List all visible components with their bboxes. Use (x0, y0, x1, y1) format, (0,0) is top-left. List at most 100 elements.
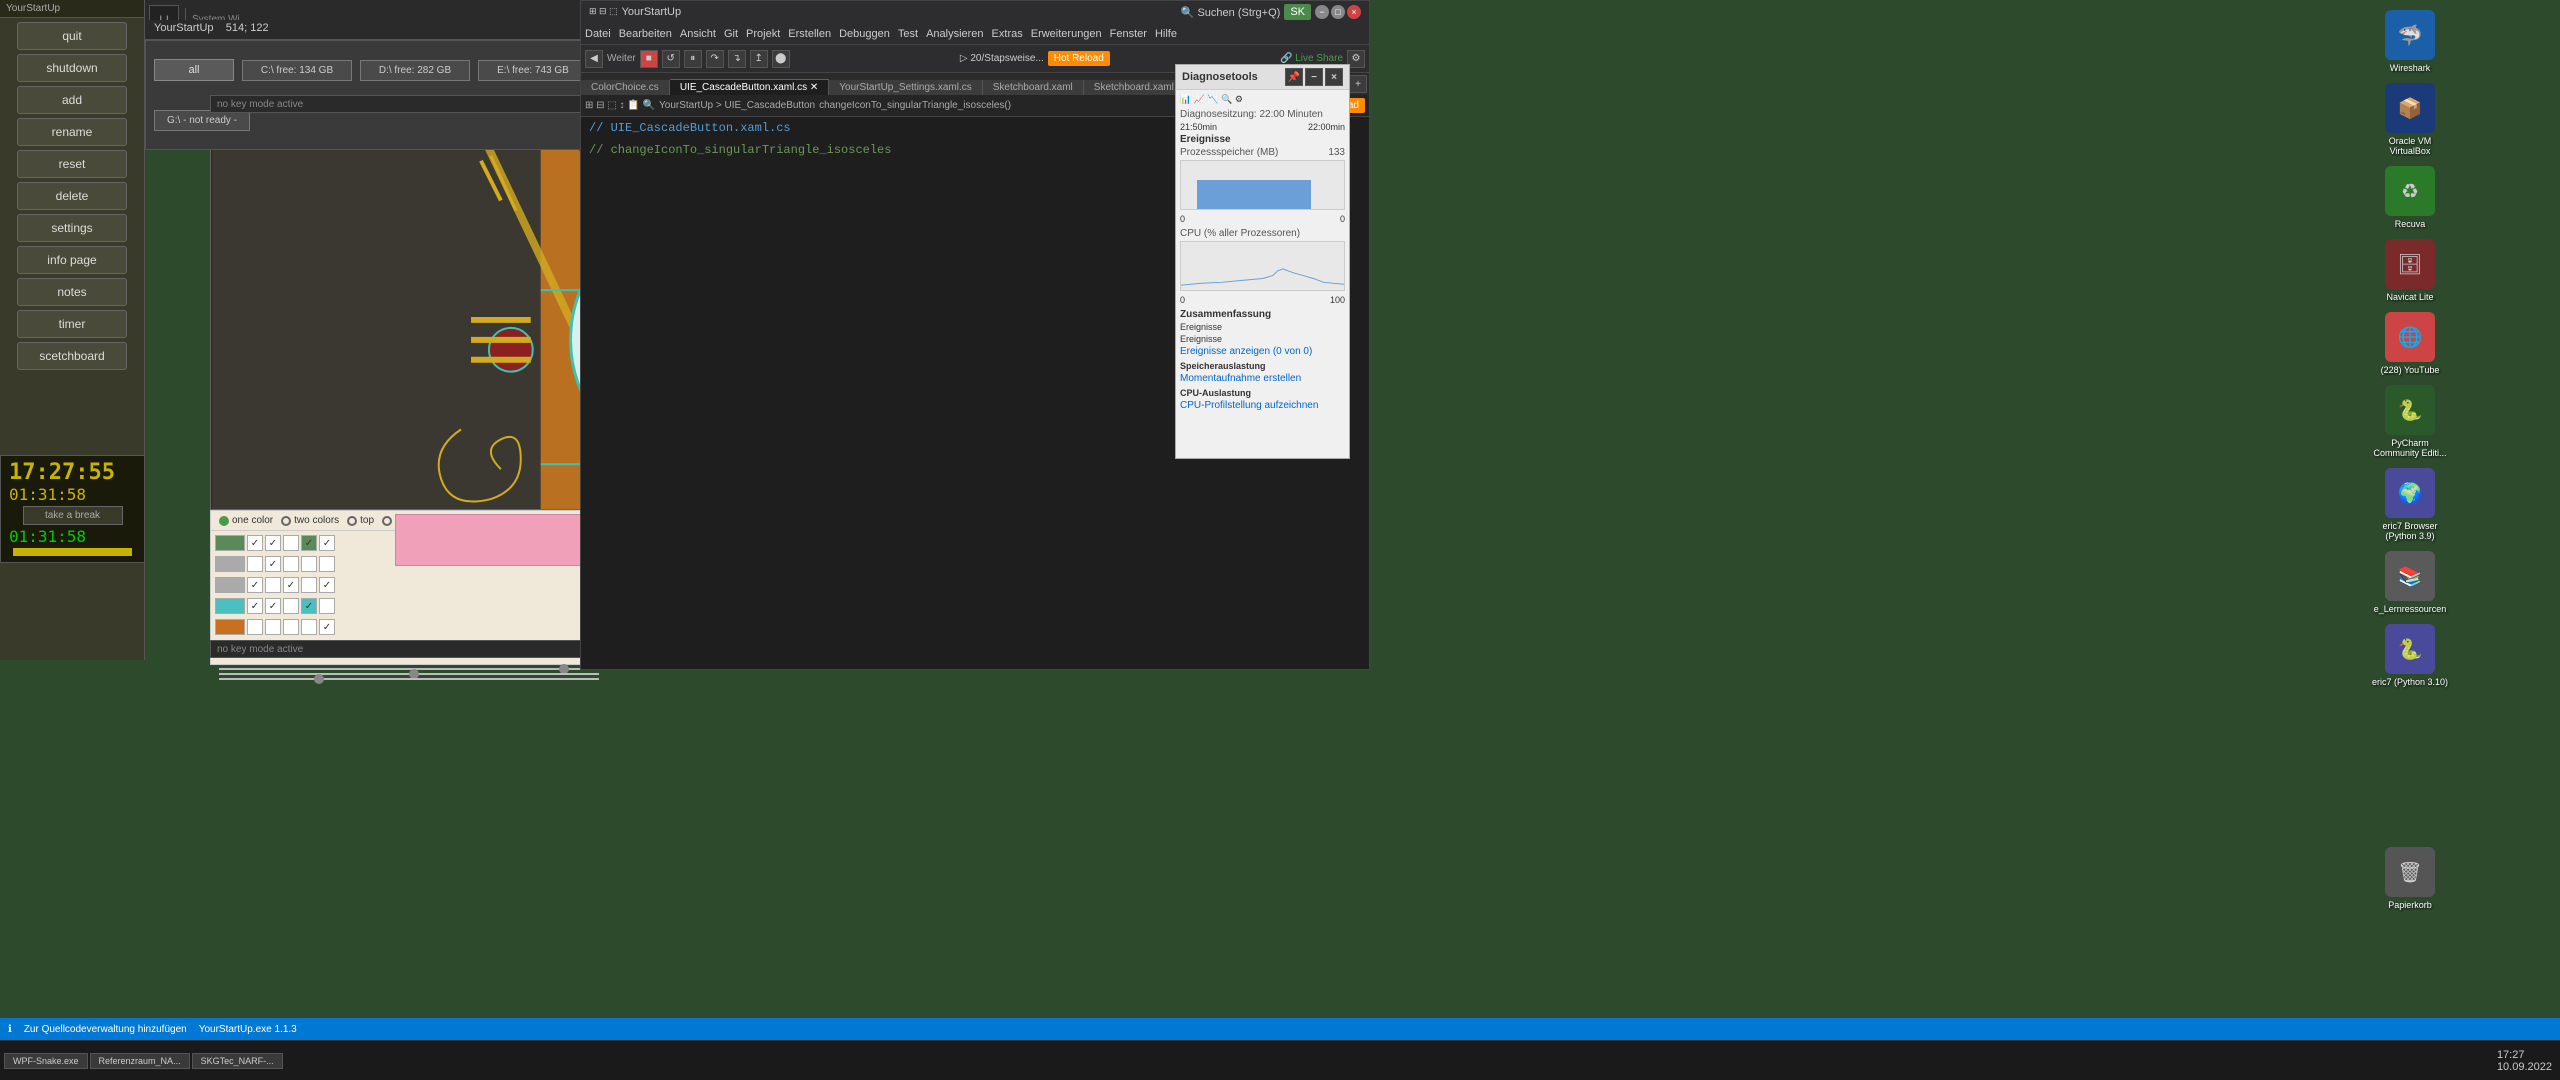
ide-stop[interactable]: ■ (640, 50, 658, 68)
menu-test[interactable]: Test (898, 28, 918, 40)
check-4-2[interactable]: ✓ (265, 598, 281, 614)
swatch-4[interactable] (215, 598, 245, 614)
scetchboard-button[interactable]: scetchboard (17, 342, 127, 370)
check-4-5[interactable] (319, 598, 335, 614)
tab-add[interactable]: + (1349, 75, 1367, 93)
ide-pause[interactable]: ⏸ (684, 50, 702, 68)
radio-two-colors[interactable] (281, 516, 291, 526)
check-5-2[interactable] (265, 619, 281, 635)
ide-hot-reload-badge[interactable]: Hot Reload (1048, 51, 1110, 66)
info-page-button[interactable]: info page (17, 246, 127, 274)
diag-zusammenfassung[interactable]: Zusammenfassung (1180, 309, 1345, 320)
check-5-1[interactable] (247, 619, 263, 635)
break-button[interactable]: take a break (23, 506, 123, 525)
diag-ereignisse-tab[interactable]: Ereignisse (1180, 134, 1345, 145)
check-1-4[interactable]: ✓ (301, 535, 317, 551)
add-button[interactable]: add (17, 86, 127, 114)
all-drives-button[interactable]: all (154, 59, 234, 81)
ide-step-in[interactable]: ↴ (728, 50, 746, 68)
chrome-icon[interactable]: 🌐 (228) YouTube (2370, 312, 2450, 375)
radio-top[interactable] (347, 516, 357, 526)
check-4-1[interactable]: ✓ (247, 598, 263, 614)
menu-extras[interactable]: Extras (992, 28, 1023, 40)
snapshot-link[interactable]: Momentaufnahme erstellen (1180, 373, 1345, 384)
check-1-3[interactable] (283, 535, 299, 551)
check-3-4[interactable] (301, 577, 317, 593)
reset-button[interactable]: reset (17, 150, 127, 178)
tab-ue-cascade[interactable]: UIE_CascadeButton.xaml.cs ✕ (670, 79, 829, 95)
check-1-2[interactable]: ✓ (265, 535, 281, 551)
check-4-4[interactable]: ✓ (301, 598, 317, 614)
check-3-5[interactable]: ✓ (319, 577, 335, 593)
ide-step-out[interactable]: ↥ (750, 50, 768, 68)
quit-button[interactable]: quit (17, 22, 127, 50)
check-5-3[interactable] (283, 619, 299, 635)
swatch-3[interactable] (215, 577, 245, 593)
menu-erweiterungen[interactable]: Erweiterungen (1031, 28, 1102, 40)
swatch-1[interactable] (215, 535, 245, 551)
virtualbox-icon[interactable]: 📦 Oracle VM VirtualBox (2370, 83, 2450, 156)
shutdown-button[interactable]: shutdown (17, 54, 127, 82)
eric7-browser-icon[interactable]: 🌍 eric7 Browser (Python 3.9) (2370, 468, 2450, 541)
menu-bearbeiten[interactable]: Bearbeiten (619, 28, 672, 40)
tab-sketchboard-xaml[interactable]: Sketchboard.xaml (983, 80, 1084, 95)
check-2-2[interactable]: ✓ (265, 556, 281, 572)
check-3-3[interactable]: ✓ (283, 577, 299, 593)
ide-maximize[interactable]: □ (1331, 5, 1345, 19)
check-2-3[interactable] (283, 556, 299, 572)
diag-min[interactable]: − (1305, 68, 1323, 86)
rename-button[interactable]: rename (17, 118, 127, 146)
swatch-2[interactable] (215, 556, 245, 572)
radio-one-color[interactable] (219, 516, 229, 526)
check-5-4[interactable] (301, 619, 317, 635)
events-show[interactable]: Ereignisse anzeigen (0 von 0) (1180, 346, 1345, 357)
ide-close[interactable]: × (1347, 5, 1361, 19)
check-4-3[interactable] (283, 598, 299, 614)
lernressourcen-icon[interactable]: 📚 e_Lernressourcen (2370, 551, 2450, 614)
menu-datei[interactable]: Datei (585, 28, 611, 40)
check-5-5[interactable]: ✓ (319, 619, 335, 635)
tab-yourstartup-settings[interactable]: YourStartUp_Settings.xaml.cs (829, 80, 982, 95)
ide-step-over[interactable]: ↷ (706, 50, 724, 68)
slider-thumb-3[interactable] (314, 674, 324, 684)
profile-link[interactable]: CPU-Profilstellung aufzeichnen (1180, 400, 1345, 411)
ide-breakpoints[interactable]: ⬤ (772, 50, 790, 68)
tab-colorchoice[interactable]: ColorChoice.cs (581, 80, 670, 95)
delete-button[interactable]: delete (17, 182, 127, 210)
check-2-4[interactable] (301, 556, 317, 572)
ide-back[interactable]: ◀ (585, 50, 603, 68)
papierkorb-icon[interactable]: 🗑 Papierkorb (2370, 847, 2450, 910)
wireshark-icon[interactable]: 🦈 Wireshark (2370, 10, 2450, 73)
navicat-icon[interactable]: 🗄 Navicat Lite (2370, 239, 2450, 302)
menu-erstellen[interactable]: Erstellen (788, 28, 831, 40)
taskbar-wpf-snake[interactable]: WPF-Snake.exe (4, 1053, 88, 1069)
menu-projekt[interactable]: Projekt (746, 28, 780, 40)
pycharm-icon[interactable]: 🐍 PyCharm Community Editi... (2370, 385, 2450, 458)
check-2-5[interactable] (319, 556, 335, 572)
notification-message[interactable]: Zur Quellcodeverwaltung hinzufügen (24, 1024, 187, 1035)
check-1-1[interactable]: ✓ (247, 535, 263, 551)
settings-button[interactable]: settings (17, 214, 127, 242)
check-1-5[interactable]: ✓ (319, 535, 335, 551)
timer-button[interactable]: timer (17, 310, 127, 338)
option-top[interactable]: top (347, 515, 374, 526)
menu-ansicht[interactable]: Ansicht (680, 28, 716, 40)
menu-fenster[interactable]: Fenster (1110, 28, 1147, 40)
recuva-icon[interactable]: ♻ Recuva (2370, 166, 2450, 229)
ide-minimize[interactable]: − (1315, 5, 1329, 19)
check-3-2[interactable] (265, 577, 281, 593)
swatch-5[interactable] (215, 619, 245, 635)
menu-hilfe[interactable]: Hilfe (1155, 28, 1177, 40)
taskbar-skgtec[interactable]: SKGTec_NARF-... (192, 1053, 283, 1069)
menu-debuggen[interactable]: Debuggen (839, 28, 890, 40)
check-2-1[interactable] (247, 556, 263, 572)
ide-restart[interactable]: ↺ (662, 50, 680, 68)
menu-analysieren[interactable]: Analysieren (926, 28, 983, 40)
check-3-1[interactable]: ✓ (247, 577, 263, 593)
notes-button[interactable]: notes (17, 278, 127, 306)
diag-close[interactable]: × (1325, 68, 1343, 86)
diag-pin[interactable]: 📌 (1285, 68, 1303, 86)
menu-git[interactable]: Git (724, 28, 738, 40)
option-one-color[interactable]: one color (219, 515, 273, 526)
radio-bottom[interactable] (382, 516, 392, 526)
